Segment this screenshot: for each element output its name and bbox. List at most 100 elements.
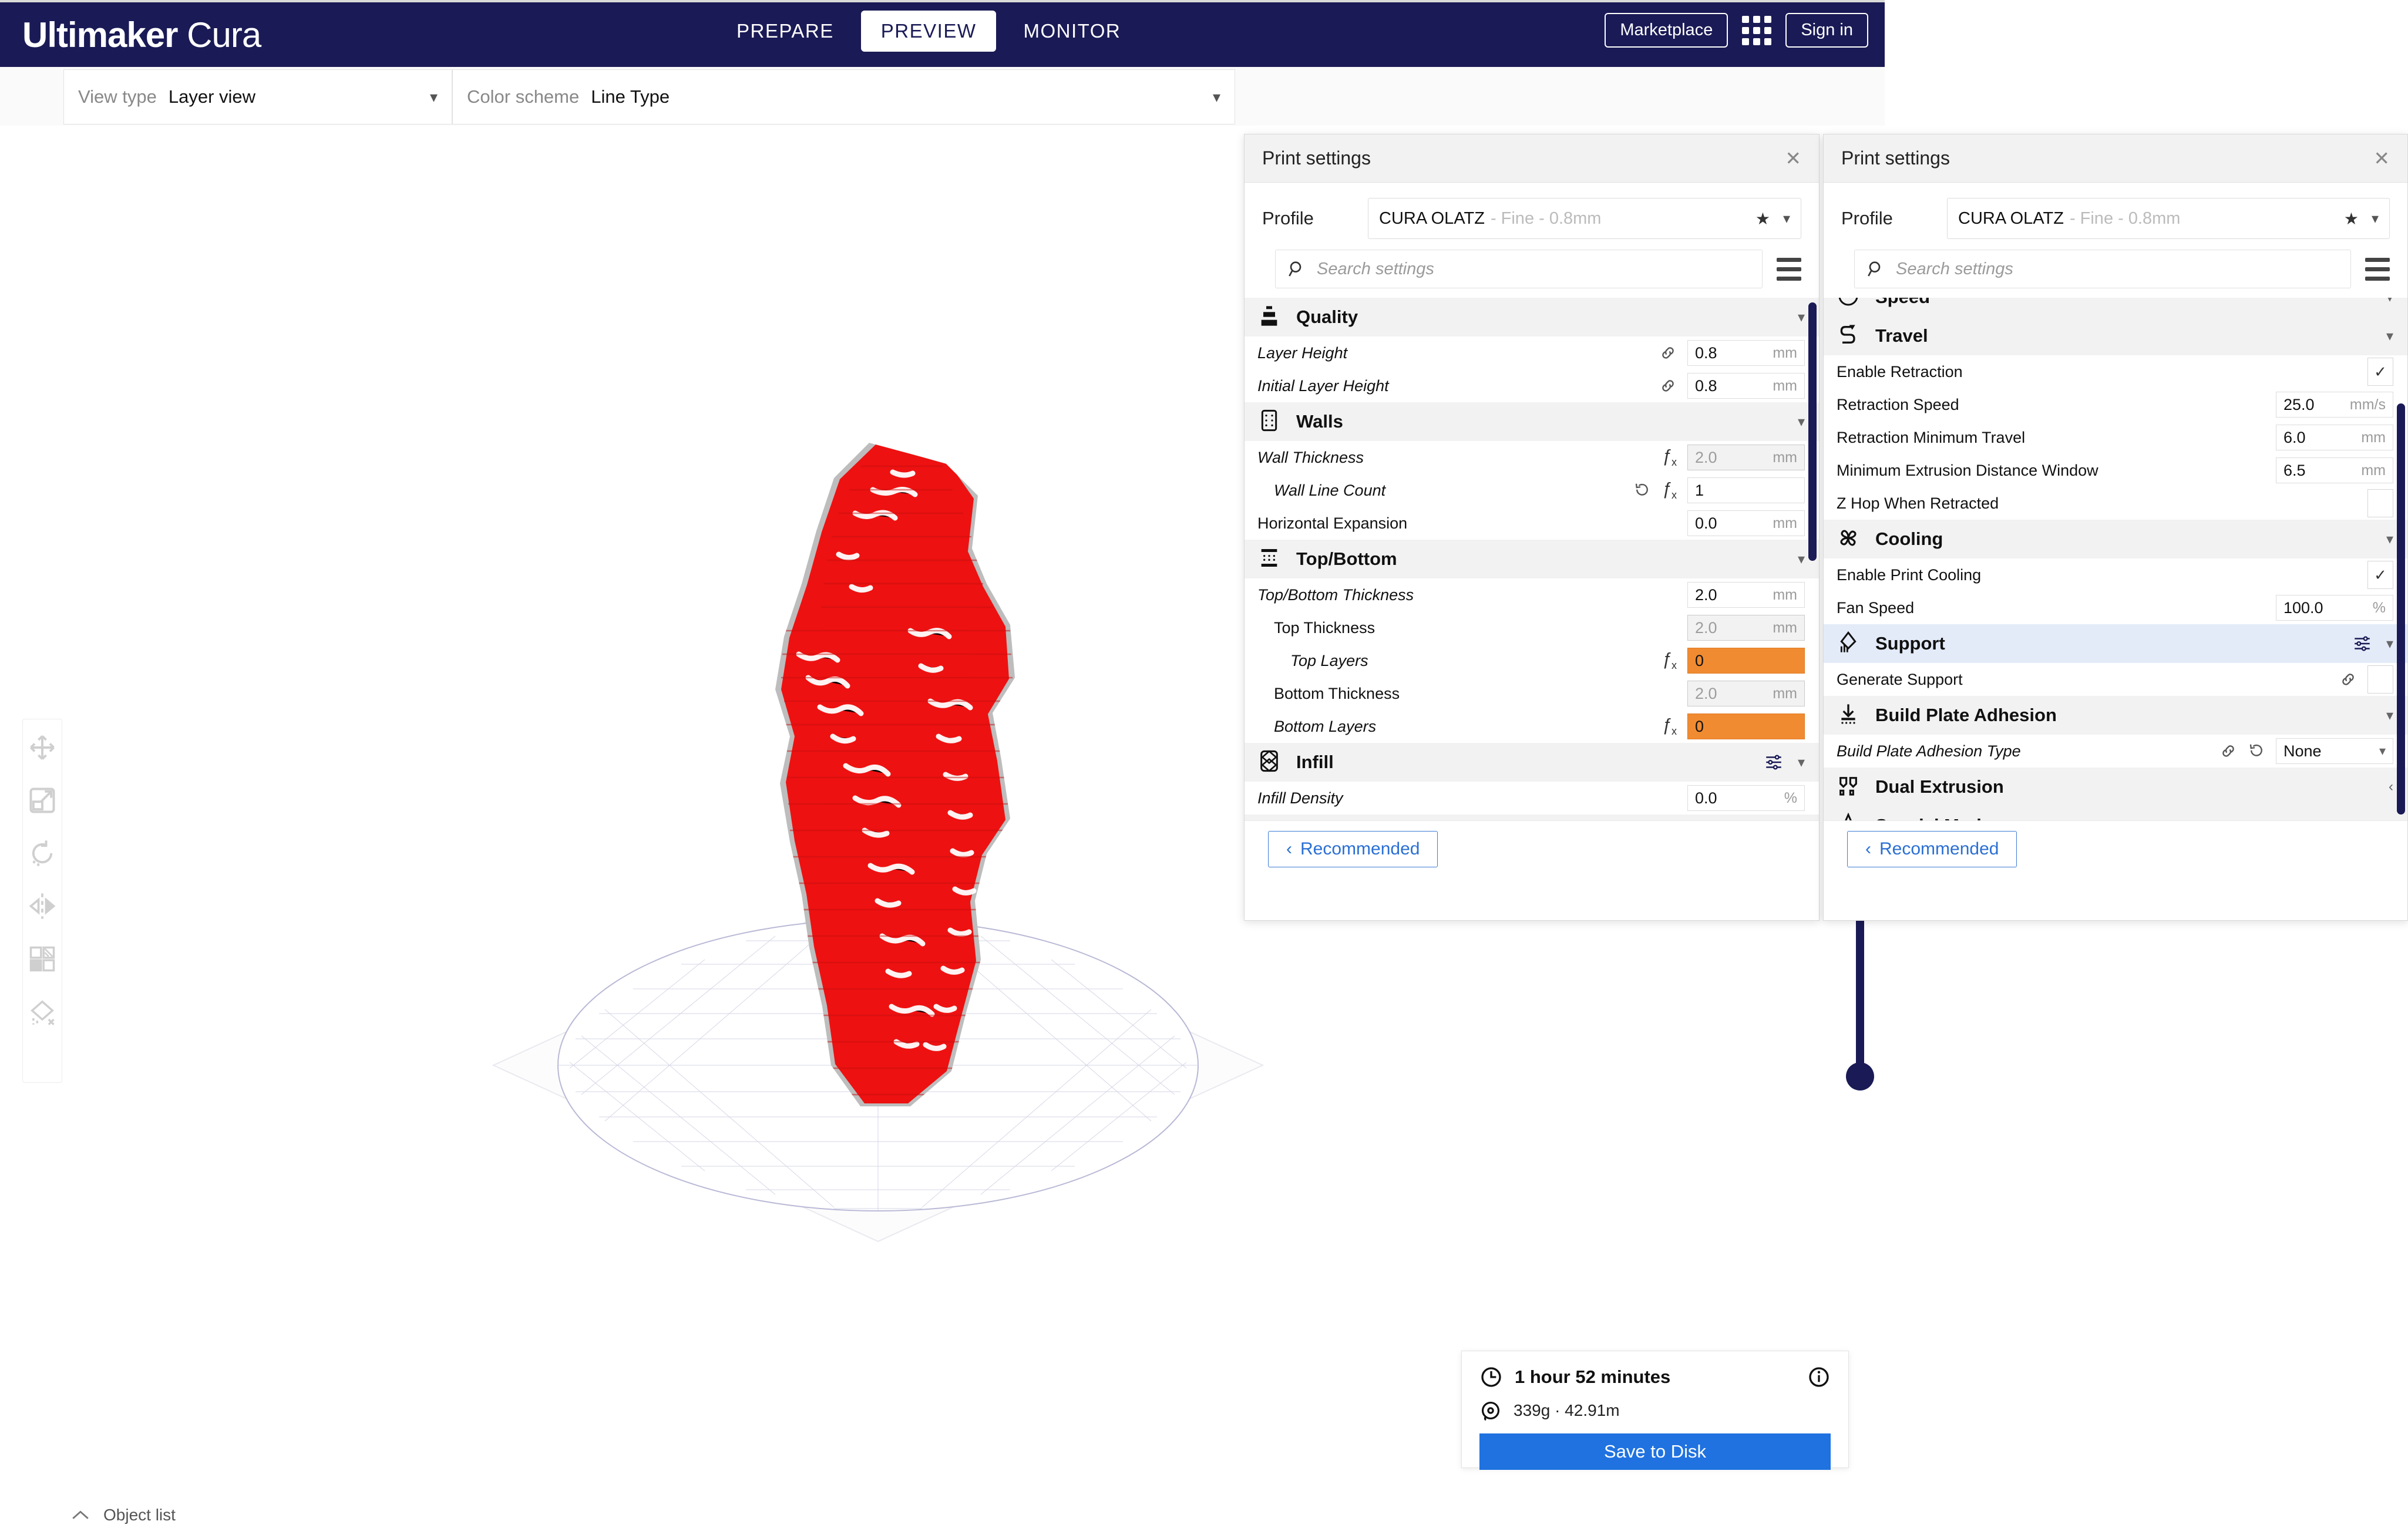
setting-value-input[interactable]: 0.8 mm — [1687, 373, 1805, 399]
tab-preview[interactable]: PREVIEW — [860, 11, 997, 52]
special-modes-icon — [1836, 812, 1861, 820]
setting-value-input[interactable]: 6.5 mm — [2276, 457, 2393, 483]
star-icon[interactable]: ★ — [1755, 209, 1770, 228]
settings-category-cooling[interactable]: Cooling ▾ — [1824, 520, 2407, 558]
category-settings-icon[interactable] — [2352, 634, 2372, 654]
chevron-down-icon[interactable]: ▾ — [1798, 309, 1805, 326]
settings-category-walls[interactable]: Walls ▾ — [1245, 402, 1819, 441]
category-controls: ▾ — [2386, 298, 2393, 306]
star-icon[interactable]: ★ — [2344, 209, 2359, 228]
link-icon[interactable] — [2219, 742, 2237, 760]
settings-category-travel[interactable]: Travel ▾ — [1824, 317, 2407, 355]
setting-select[interactable]: None ▾ — [2276, 738, 2393, 764]
settings-category-quality[interactable]: Quality ▾ — [1245, 298, 1819, 336]
panel-scrollbar[interactable] — [2397, 403, 2405, 815]
close-icon[interactable]: ✕ — [2373, 147, 2390, 170]
formula-icon[interactable]: ƒx — [1662, 649, 1677, 672]
scale-tool-icon[interactable] — [27, 785, 58, 816]
mirror-tool-icon[interactable] — [27, 891, 58, 921]
info-icon[interactable] — [1807, 1365, 1831, 1389]
chevron-down-icon[interactable]: ▾ — [1798, 551, 1805, 568]
formula-icon[interactable]: ƒx — [1662, 715, 1677, 738]
setting-value: 0 — [1695, 651, 1704, 669]
recommended-mode-button[interactable]: ‹ Recommended — [1847, 830, 2017, 867]
chevron-down-icon[interactable]: ▾ — [2386, 328, 2393, 345]
setting-value-input[interactable]: 0 — [1687, 713, 1805, 739]
setting-value-input[interactable]: 100.0% — [2276, 595, 2393, 621]
per-model-settings-icon[interactable] — [27, 944, 58, 974]
settings-category-top-bottom[interactable]: Top/Bottom ▾ — [1245, 540, 1819, 578]
settings-category-material[interactable]: Material▾ — [1245, 815, 1819, 820]
search-input[interactable]: Search settings — [1854, 250, 2351, 288]
setting-row: Retraction Speed 25.0 mm/s — [1824, 388, 2407, 421]
link-icon[interactable] — [1659, 344, 1677, 362]
object-list-toggle[interactable]: Object list — [70, 1506, 240, 1524]
revert-icon[interactable] — [2248, 742, 2265, 760]
link-icon[interactable] — [1659, 377, 1677, 395]
panel-scrollbar[interactable] — [1808, 302, 1817, 561]
setting-value-input[interactable]: 0 — [1687, 648, 1805, 674]
view-type-dropdown[interactable]: View type Layer view ▾ — [63, 69, 452, 124]
move-tool-icon[interactable] — [27, 732, 58, 763]
profile-dropdown[interactable]: CURA OLATZ - Fine - 0.8mm ★ ▾ — [1368, 198, 1801, 239]
setting-checkbox[interactable]: ✓ — [2367, 561, 2393, 589]
chevron-down-icon[interactable]: ▾ — [2386, 817, 2393, 821]
setting-value-input[interactable]: 2.0 mm — [1687, 582, 1805, 608]
setting-value-input[interactable]: 6.0 mm — [2276, 425, 2393, 450]
setting-value-input[interactable]: 0.0% — [1687, 785, 1805, 811]
marketplace-button[interactable]: Marketplace — [1605, 13, 1728, 48]
tab-prepare[interactable]: PREPARE — [717, 11, 854, 52]
setting-value: 0.0 — [1695, 514, 1717, 532]
setting-value-input[interactable]: 1 — [1687, 477, 1805, 503]
settings-category-build-plate-adhesion[interactable]: Build Plate Adhesion ▾ — [1824, 696, 2407, 735]
color-scheme-dropdown[interactable]: Color scheme Line Type ▾ — [452, 69, 1235, 124]
setting-checkbox[interactable] — [2367, 665, 2393, 694]
chevron-down-icon[interactable]: ▾ — [1798, 754, 1805, 771]
setting-value-input[interactable]: 2.0 mm — [1687, 681, 1805, 706]
settings-visibility-icon[interactable] — [1777, 257, 1801, 281]
profile-dropdown[interactable]: CURA OLATZ - Fine - 0.8mm ★ ▾ — [1947, 198, 2390, 239]
settings-category-infill[interactable]: Infill ▾ — [1245, 743, 1819, 782]
close-icon[interactable]: ✕ — [1785, 147, 1801, 170]
settings-category-dual-extrusion[interactable]: Dual Extrusion ‹ — [1824, 768, 2407, 806]
layer-slider-handle[interactable] — [1846, 1062, 1874, 1091]
formula-icon[interactable]: ƒx — [1662, 446, 1677, 469]
settings-category-special-modes[interactable]: Special Modes ▾ — [1824, 806, 2407, 820]
setting-unit: mm — [1773, 514, 1797, 531]
settings-list[interactable]: Speed▾Travel▾Enable Retraction✓Retractio… — [1824, 298, 2407, 820]
settings-category-speed[interactable]: Speed ▾ — [1824, 298, 2407, 317]
setting-label: Retraction Minimum Travel — [1837, 428, 2026, 446]
chevron-left-icon[interactable]: ‹ — [2389, 779, 2393, 795]
settings-visibility-icon[interactable] — [2365, 257, 2390, 281]
settings-list[interactable]: Quality ▾ Layer Height 0.8 mm Initial Layer H… — [1245, 298, 1819, 820]
setting-value-input[interactable]: 2.0 mm — [1687, 445, 1805, 470]
print-time-value: 1 hour 52 minutes — [1515, 1367, 1671, 1387]
revert-icon[interactable] — [1633, 482, 1651, 499]
setting-value-input[interactable]: 25.0 mm/s — [2276, 392, 2393, 418]
support-blocker-icon[interactable] — [27, 997, 58, 1027]
setting-value-input[interactable]: 0.0 mm — [1687, 510, 1805, 536]
search-input[interactable]: Search settings — [1275, 250, 1763, 288]
chevron-down-icon[interactable]: ▾ — [2386, 635, 2393, 652]
link-icon[interactable] — [2339, 671, 2357, 688]
setting-value-input[interactable]: 2.0 mm — [1687, 615, 1805, 641]
category-label: Walls — [1296, 411, 1343, 432]
setting-value-input[interactable]: 0.8 mm — [1687, 340, 1805, 366]
chevron-down-icon[interactable]: ▾ — [2386, 298, 2393, 306]
apps-grid-icon[interactable] — [1742, 15, 1772, 45]
chevron-down-icon[interactable]: ▾ — [2386, 531, 2393, 548]
category-settings-icon[interactable] — [1764, 752, 1784, 772]
recommended-mode-button[interactable]: ‹ Recommended — [1268, 830, 1438, 867]
settings-category-support[interactable]: Support ▾ — [1824, 624, 2407, 663]
formula-icon[interactable]: ƒx — [1662, 479, 1677, 502]
save-to-disk-button[interactable]: Save to Disk — [1479, 1433, 1831, 1470]
setting-unit: % — [1784, 789, 1797, 806]
rotate-tool-icon[interactable] — [27, 838, 58, 869]
chevron-down-icon[interactable]: ▾ — [2386, 707, 2393, 724]
tab-monitor[interactable]: MONITOR — [1003, 11, 1141, 52]
chevron-down-icon[interactable]: ▾ — [1798, 413, 1805, 430]
sign-in-button[interactable]: Sign in — [1785, 13, 1868, 48]
setting-checkbox[interactable]: ✓ — [2367, 358, 2393, 386]
setting-checkbox[interactable] — [2367, 489, 2393, 517]
setting-label: Horizontal Expansion — [1257, 514, 1408, 532]
